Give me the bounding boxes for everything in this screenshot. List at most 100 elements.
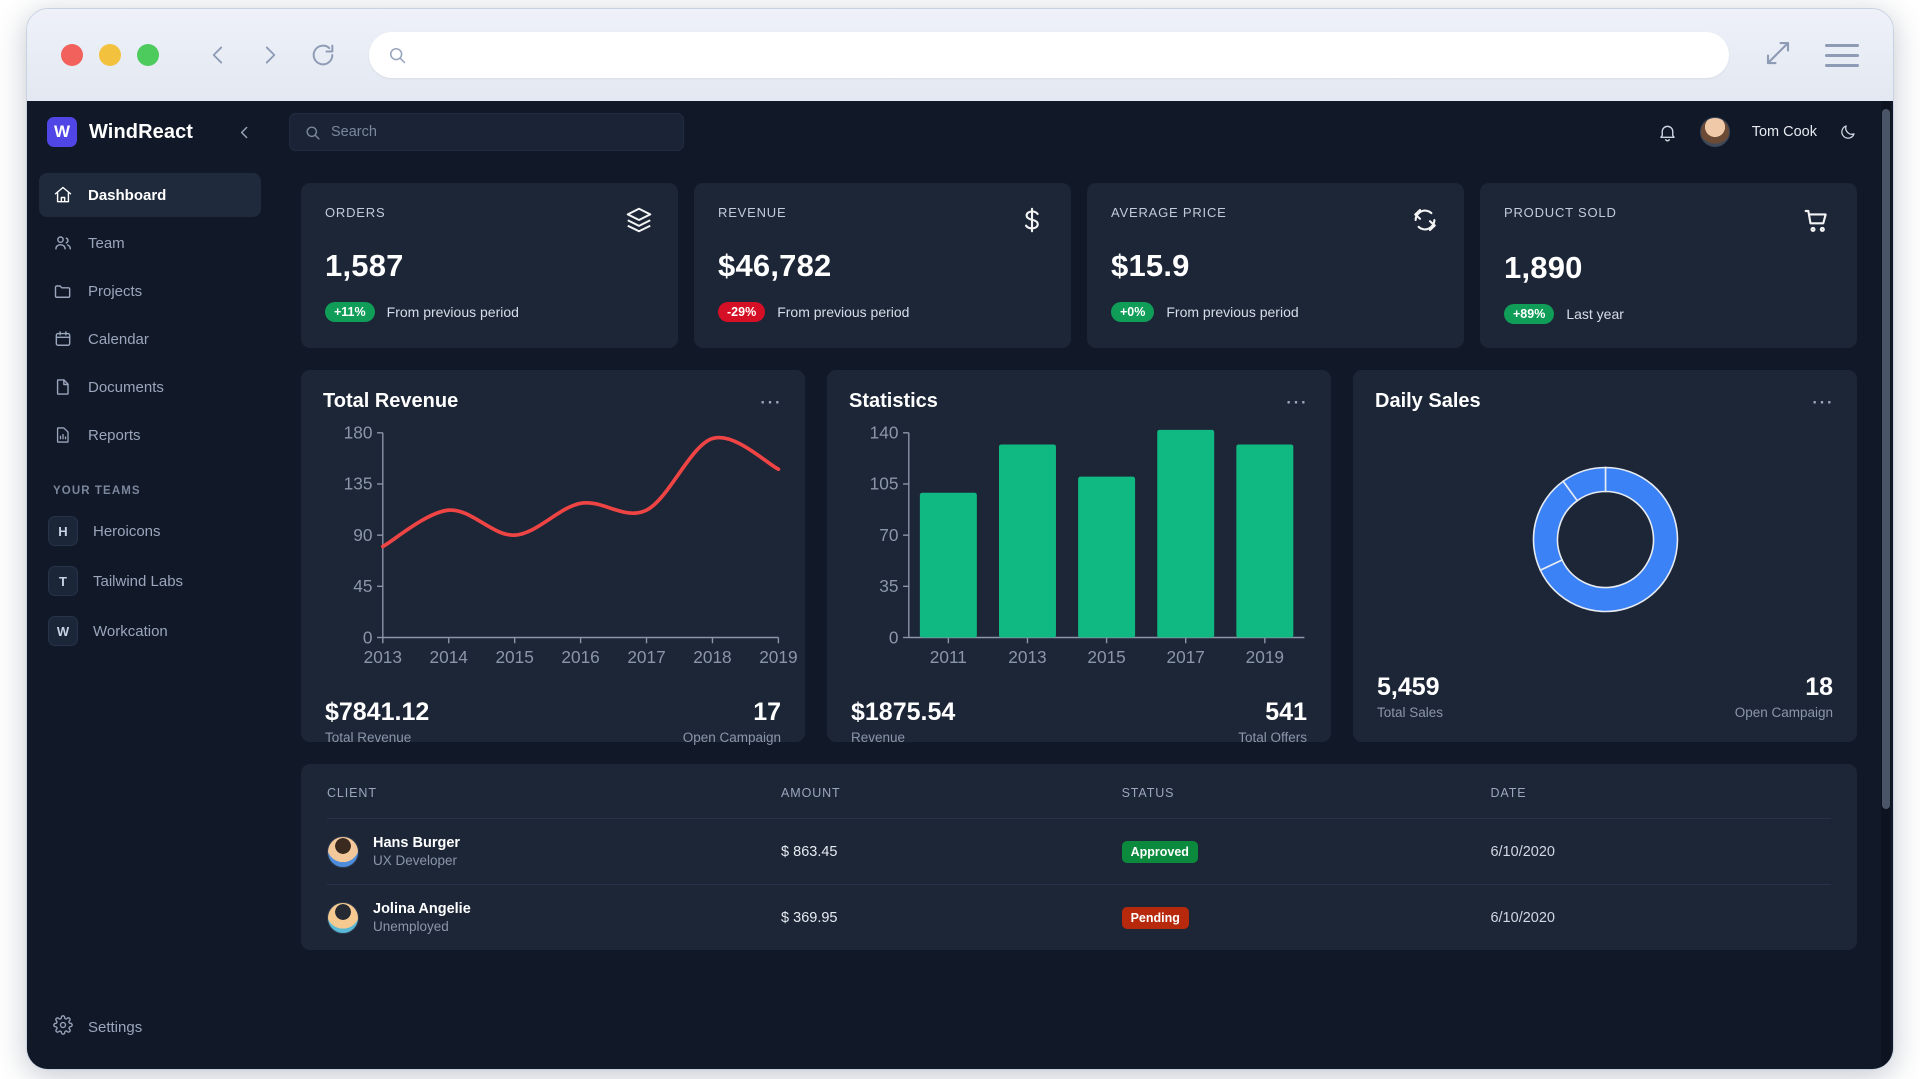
status-cell: Pending <box>1121 906 1491 929</box>
foot-value: 541 <box>1265 697 1307 726</box>
stat-label: PRODUCT SOLD <box>1504 205 1617 220</box>
ellipsis-icon[interactable]: ⋯ <box>759 390 783 412</box>
expand-arrows-icon[interactable] <box>1763 38 1793 73</box>
search-input[interactable] <box>331 124 669 140</box>
client-role: UX Developer <box>373 853 458 868</box>
ellipsis-icon[interactable]: ⋯ <box>1811 390 1835 412</box>
status-badge: +11% <box>325 302 375 322</box>
svg-text:45: 45 <box>353 576 372 596</box>
sidebar-team-heroicons[interactable]: H Heroicons <box>39 509 261 553</box>
browser-chrome-actions <box>1763 38 1859 73</box>
stat-value: $15.9 <box>1111 248 1190 283</box>
forward-icon[interactable] <box>257 42 283 68</box>
team-label: Heroicons <box>93 522 161 540</box>
stat-label: ORDERS <box>325 205 386 220</box>
card-foot-left: $1875.54 Revenue <box>851 698 955 745</box>
topbar: Tom Cook <box>273 101 1893 163</box>
svg-text:90: 90 <box>353 525 372 545</box>
foot-label: Open Campaign <box>1734 705 1833 720</box>
stat-note: From previous period <box>386 304 519 320</box>
status-cell: Approved <box>1121 840 1491 863</box>
svg-text:0: 0 <box>363 627 373 647</box>
close-window-button[interactable] <box>61 44 83 66</box>
scrollbar-thumb[interactable] <box>1882 109 1890 809</box>
svg-text:2017: 2017 <box>627 647 665 667</box>
back-icon[interactable] <box>205 42 231 68</box>
url-input[interactable] <box>417 46 1711 64</box>
card-title: Total Revenue <box>323 390 459 412</box>
sidebar-item-label: Calendar <box>88 330 149 348</box>
reload-icon[interactable] <box>309 41 337 69</box>
card-foot-right: 17 Open Campaign <box>683 698 781 745</box>
minimize-window-button[interactable] <box>99 44 121 66</box>
url-bar[interactable] <box>369 32 1729 78</box>
sidebar-collapse-icon[interactable] <box>236 124 253 141</box>
sidebar-item-projects[interactable]: Projects <box>39 269 261 313</box>
svg-text:2017: 2017 <box>1167 647 1205 667</box>
status-badge: +89% <box>1504 304 1555 324</box>
column-header-status: STATUS <box>1121 786 1175 800</box>
svg-text:35: 35 <box>879 576 898 596</box>
foot-value: $7841.12 <box>325 697 430 726</box>
folder-icon <box>53 281 73 301</box>
sidebar-item-settings[interactable]: Settings <box>27 1005 273 1049</box>
stat-card-grid: ORDERS 1,587 +11% From previous period R… <box>301 183 1857 348</box>
foot-value: 17 <box>753 697 781 726</box>
client-cell: Hans Burger UX Developer <box>327 835 781 868</box>
svg-text:70: 70 <box>879 525 898 545</box>
svg-text:2013: 2013 <box>364 647 402 667</box>
browser-chrome-bar <box>27 9 1893 101</box>
refresh-icon <box>1410 205 1440 240</box>
maximize-window-button[interactable] <box>137 44 159 66</box>
team-label: Tailwind Labs <box>93 572 184 590</box>
client-name: Hans Burger <box>373 835 461 851</box>
users-icon <box>53 233 73 253</box>
sidebar-team-tailwind-labs[interactable]: T Tailwind Labs <box>39 559 261 603</box>
avatar <box>327 835 359 868</box>
browser-nav-buttons <box>205 41 337 69</box>
svg-text:2019: 2019 <box>759 647 797 667</box>
avatar[interactable] <box>1699 117 1730 147</box>
sidebar-item-dashboard[interactable]: Dashboard <box>39 173 261 217</box>
svg-text:2015: 2015 <box>1087 647 1125 667</box>
team-initial-badge: H <box>48 516 78 546</box>
hamburger-menu-icon[interactable] <box>1825 43 1859 67</box>
svg-text:2018: 2018 <box>693 647 731 667</box>
foot-label: Total Revenue <box>325 729 412 745</box>
svg-text:140: 140 <box>870 423 899 443</box>
stat-card-average-price: AVERAGE PRICE $15.9 +0% From previous pe… <box>1087 183 1464 348</box>
shopping-cart-icon <box>1801 205 1833 242</box>
moon-icon[interactable] <box>1839 123 1857 141</box>
vertical-scrollbar[interactable] <box>1881 101 1891 1069</box>
stat-value: 1,890 <box>1504 250 1583 285</box>
sidebar-item-calendar[interactable]: Calendar <box>39 317 261 361</box>
bell-icon[interactable] <box>1657 122 1678 143</box>
stat-card-revenue: REVENUE $46,782 -29% From previous perio… <box>694 183 1071 348</box>
foot-label: Revenue <box>851 729 906 745</box>
foot-value: 5,459 <box>1377 673 1440 701</box>
team-initial-badge: W <box>48 616 78 646</box>
client-role: Unemployed <box>373 919 449 934</box>
table-row[interactable]: Hans Burger UX Developer $ 863.45 Approv… <box>327 818 1831 884</box>
sidebar-item-documents[interactable]: Documents <box>39 365 261 409</box>
table-row[interactable]: Jolina Angelie Unemployed $ 369.95 Pendi… <box>327 884 1831 950</box>
card-statistics: Statistics ⋯ 0 35 70 105 140 2011 2013 2015 2017… <box>827 370 1331 745</box>
sidebar-team-workcation[interactable]: W Workcation <box>39 609 261 653</box>
status-badge: Pending <box>1121 906 1189 929</box>
svg-text:2015: 2015 <box>495 647 533 667</box>
date-cell: 6/10/2020 <box>1490 843 1555 860</box>
clients-table: CLIENT AMOUNT STATUS DATE Hans Burger UX… <box>301 764 1857 950</box>
calendar-icon <box>53 329 73 349</box>
svg-text:2019: 2019 <box>1246 647 1284 667</box>
foot-label: Total Offers <box>1238 729 1307 745</box>
amount-cell: $ 369.95 <box>781 909 838 926</box>
sidebar-item-label: Team <box>88 234 125 252</box>
team-initial-badge: T <box>48 566 78 596</box>
ellipsis-icon[interactable]: ⋯ <box>1285 390 1309 412</box>
main-column: Tom Cook ORDERS <box>273 101 1893 1069</box>
search-bar[interactable] <box>289 113 684 151</box>
amount-cell: $ 863.45 <box>781 843 838 860</box>
sidebar-item-team[interactable]: Team <box>39 221 261 265</box>
sidebar-item-reports[interactable]: Reports <box>39 413 261 457</box>
gear-icon <box>53 1015 73 1039</box>
